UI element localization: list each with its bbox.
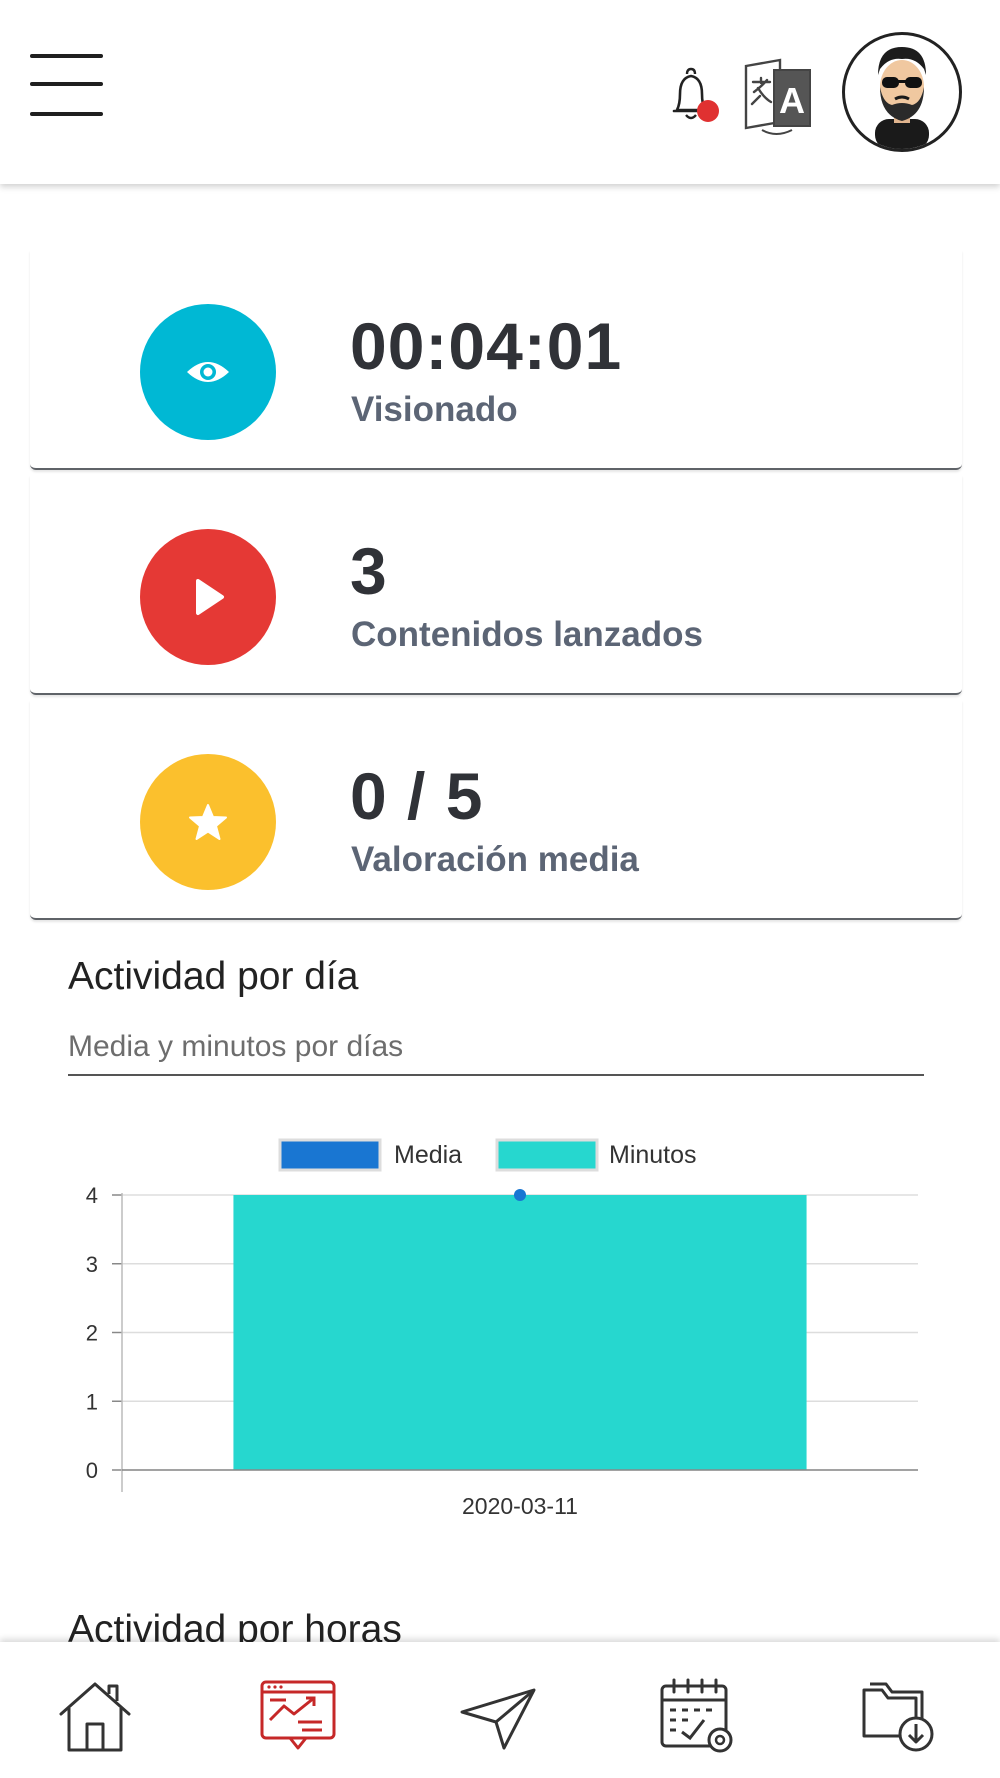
stat-card-visionado: 00:04:01 Visionado	[30, 250, 962, 470]
bar-minutos	[233, 1195, 807, 1470]
menu-line	[30, 82, 103, 86]
user-avatar[interactable]	[842, 32, 962, 152]
legend-swatch-minutos	[495, 1138, 599, 1172]
y-tick-label: 3	[86, 1252, 98, 1277]
send-icon[interactable]	[458, 1676, 538, 1756]
stat-label: Contenidos lanzados	[351, 615, 703, 654]
legend-swatch-media	[278, 1138, 382, 1172]
y-tick-label: 2	[86, 1321, 98, 1346]
stat-label: Valoración media	[351, 840, 639, 879]
notification-badge	[697, 100, 719, 122]
top-app-bar: A	[0, 0, 1000, 184]
stat-label: Visionado	[351, 390, 518, 429]
bottom-navigation	[0, 1642, 1000, 1778]
statistics-icon[interactable]	[258, 1676, 338, 1756]
play-icon	[140, 529, 276, 665]
hamburger-menu-icon[interactable]	[30, 52, 103, 120]
y-tick-label: 4	[86, 1183, 98, 1208]
menu-line	[30, 112, 103, 116]
star-icon	[140, 754, 276, 890]
bell-icon[interactable]	[665, 66, 721, 128]
legend-label-media: Media	[394, 1141, 462, 1169]
downloads-folder-icon[interactable]	[860, 1676, 940, 1756]
translate-icon[interactable]: A	[740, 56, 816, 136]
stat-value: 00:04:01	[350, 309, 623, 383]
stat-card-valoracion: 0 / 5 Valoración media	[30, 700, 962, 920]
activity-day-chart: 0 1 2 3 4 2020-03-11 Media Minutos	[86, 1138, 918, 1519]
svg-text:A: A	[779, 80, 805, 121]
menu-line	[30, 54, 103, 58]
legend-label-minutos: Minutos	[609, 1141, 697, 1169]
y-tick-label: 0	[86, 1458, 98, 1483]
activity-day-subtitle: Media y minutos por días	[68, 1030, 924, 1076]
activity-day-title: Actividad por día	[68, 955, 359, 998]
point-media	[514, 1189, 526, 1201]
y-tick-label: 1	[86, 1389, 98, 1414]
calendar-icon[interactable]	[658, 1676, 738, 1756]
stat-card-contenidos: 3 Contenidos lanzados	[30, 475, 962, 695]
stat-value: 0 / 5	[350, 759, 484, 833]
stat-value: 3	[350, 534, 388, 608]
x-tick-label: 2020-03-11	[462, 1493, 578, 1519]
eye-icon	[140, 304, 276, 440]
home-icon[interactable]	[55, 1676, 135, 1756]
